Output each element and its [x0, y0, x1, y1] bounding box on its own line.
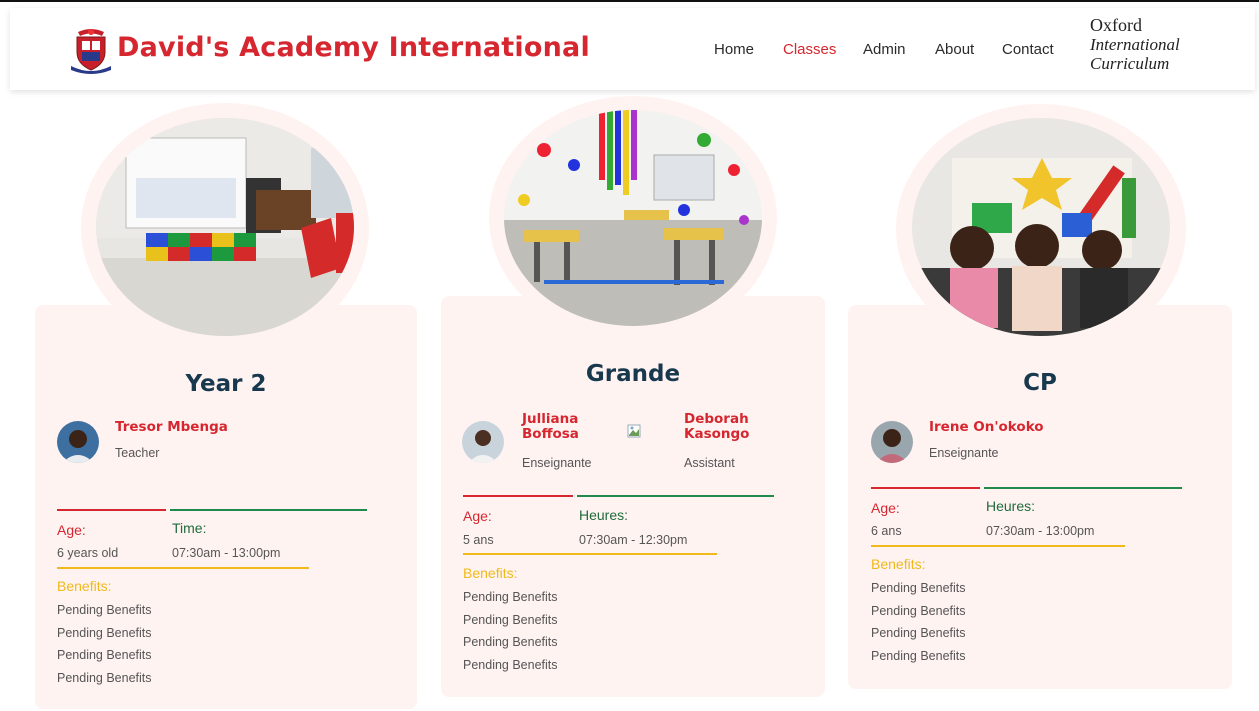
benefits-divider: [463, 553, 717, 555]
brand-name[interactable]: David's Academy International: [117, 32, 590, 63]
class-title: Grande: [585, 361, 681, 387]
benefit-item: Pending Benefits: [871, 626, 966, 640]
staff-role: Assistant: [684, 456, 735, 470]
time-value: 07:30am - 12:30pm: [579, 533, 688, 547]
age-label: Age:: [57, 522, 86, 538]
benefits-divider: [871, 545, 1125, 547]
nav-about[interactable]: About: [935, 41, 974, 58]
oxford-curriculum: Curriculum: [1090, 54, 1170, 73]
nav-admin[interactable]: Admin: [863, 41, 906, 58]
top-border: [0, 0, 1259, 8]
age-divider: [871, 487, 980, 489]
avatar: [57, 421, 99, 463]
time-divider: [577, 495, 774, 497]
benefit-item: Pending Benefits: [57, 671, 152, 685]
time-label: Heures:: [986, 498, 1036, 514]
time-value: 07:30am - 13:00pm: [986, 524, 1095, 538]
benefit-item: Pending Benefits: [463, 613, 558, 627]
benefit-item: Pending Benefits: [57, 603, 152, 617]
avatar: [871, 421, 913, 463]
staff-role: Enseignante: [522, 456, 592, 470]
age-value: 6 ans: [871, 524, 902, 538]
benefit-item: Pending Benefits: [57, 626, 152, 640]
classroom-photo-cp: [912, 118, 1170, 336]
staff-name-line1[interactable]: Deborah: [684, 412, 749, 427]
staff-name[interactable]: Irene On'okoko: [929, 420, 1044, 435]
benefit-item: Pending Benefits: [463, 635, 558, 649]
benefit-item: Pending Benefits: [463, 658, 558, 672]
benefit-item: Pending Benefits: [871, 581, 966, 595]
classroom-photo-year2: [96, 118, 354, 336]
benefit-item: Pending Benefits: [871, 649, 966, 663]
staff-role: Enseignante: [929, 446, 999, 460]
benefit-item: Pending Benefits: [463, 590, 558, 604]
benefits-label: Benefits:: [463, 565, 518, 581]
age-value: 5 ans: [463, 533, 494, 547]
staff-name-line2[interactable]: Kasongo: [684, 427, 749, 442]
site-header: David's Academy International Home Class…: [10, 8, 1255, 90]
class-title: CP: [1023, 370, 1057, 396]
time-label: Heures:: [579, 507, 629, 523]
class-title: Year 2: [185, 371, 267, 397]
time-divider: [170, 509, 367, 511]
age-value: 6 years old: [57, 546, 119, 560]
time-divider: [984, 487, 1182, 489]
avatar: [462, 421, 504, 463]
benefits-label: Benefits:: [57, 578, 112, 594]
staff-name[interactable]: Tresor Mbenga: [115, 420, 228, 435]
staff-name-line1[interactable]: Julliana: [522, 412, 578, 427]
school-crest-icon[interactable]: [68, 26, 114, 76]
oxford-curriculum-logo[interactable]: Oxford International Curriculum: [1090, 15, 1180, 74]
age-label: Age:: [463, 508, 492, 524]
benefits-label: Benefits:: [871, 556, 926, 572]
nav-home[interactable]: Home: [714, 41, 754, 58]
broken-image-icon: [627, 424, 641, 438]
nav-contact[interactable]: Contact: [1002, 41, 1054, 58]
oxford-word: Oxford: [1090, 15, 1142, 35]
benefit-item: Pending Benefits: [57, 648, 152, 662]
age-label: Age:: [871, 500, 900, 516]
staff-name-line2[interactable]: Boffosa: [522, 427, 579, 442]
nav-classes[interactable]: Classes: [783, 41, 836, 58]
age-divider: [463, 495, 573, 497]
oxford-international: International: [1090, 35, 1180, 54]
age-divider: [57, 509, 166, 511]
benefit-item: Pending Benefits: [871, 604, 966, 618]
staff-role: Teacher: [115, 446, 160, 460]
benefits-divider: [57, 567, 309, 569]
time-label: Time:: [172, 520, 207, 536]
classroom-photo-grande: [504, 110, 762, 326]
time-value: 07:30am - 13:00pm: [172, 546, 281, 560]
